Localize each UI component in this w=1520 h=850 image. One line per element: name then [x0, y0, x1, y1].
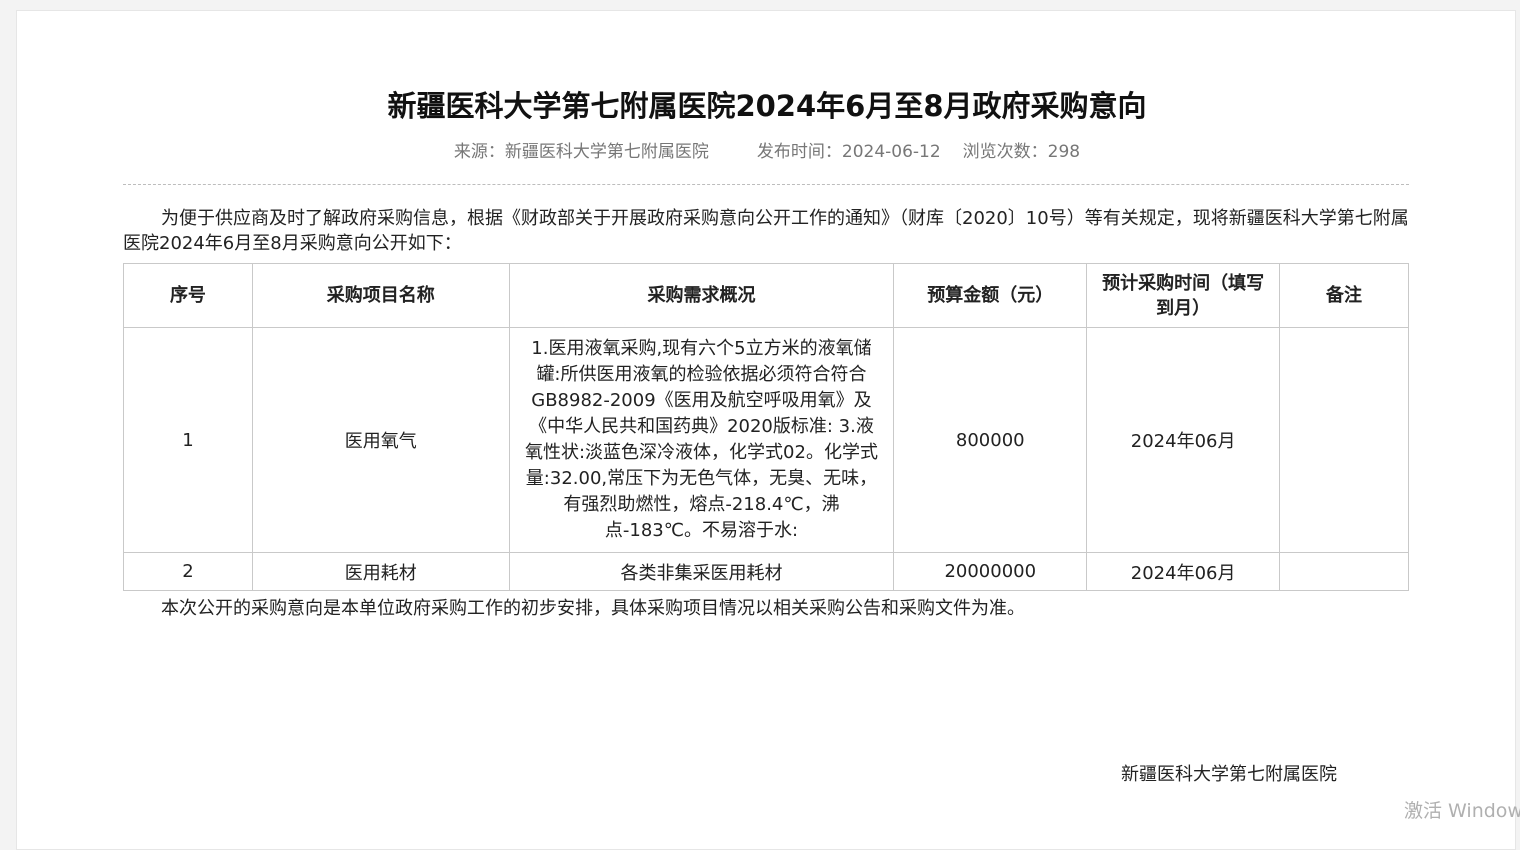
- header-requirement: 采购需求概况: [508, 263, 895, 328]
- header-project-name: 采购项目名称: [251, 263, 510, 328]
- cell-time: 2024年06月: [1086, 552, 1281, 591]
- cell-remark: [1279, 327, 1409, 553]
- cell-requirement: 各类非集采医用耗材: [508, 552, 895, 591]
- table-row: 2 医用耗材 各类非集采医用耗材 20000000 2024年06月: [123, 552, 1409, 591]
- cell-project-name: 医用耗材: [251, 552, 510, 591]
- header-remark: 备注: [1279, 263, 1409, 328]
- table-header-row: 序号 采购项目名称 采购需求概况 预算金额（元） 预计采购时间（填写到月） 备注: [123, 263, 1409, 328]
- signature: 新疆医科大学第七附属医院: [1121, 764, 1337, 785]
- view-count-text: 浏览次数：298: [962, 142, 1081, 162]
- article-meta: 来源：新疆医科大学第七附属医院 发布时间：2024-06-12 浏览次数：298: [17, 137, 1517, 162]
- cell-requirement: 1.医用液氧采购,现有六个5立方米的液氧储罐:所供医用液氧的检验依据必须符合符合…: [508, 327, 895, 553]
- activation-watermark: 激活 Windows: [1404, 800, 1520, 822]
- intro-paragraph: 为便于供应商及时了解政府采购信息，根据《财政部关于开展政府采购意向公开工作的通知…: [123, 208, 1409, 254]
- header-budget: 预算金额（元）: [893, 263, 1088, 328]
- closing-paragraph: 本次公开的采购意向是本单位政府采购工作的初步安排，具体采购项目情况以相关采购公告…: [161, 598, 1025, 619]
- cell-no: 1: [123, 327, 253, 553]
- cell-remark: [1279, 552, 1409, 591]
- publish-time-text: 发布时间：2024-06-12: [756, 142, 941, 162]
- table-row: 1 医用氧气 1.医用液氧采购,现有六个5立方米的液氧储罐:所供医用液氧的检验依…: [123, 327, 1409, 553]
- title-divider: [123, 184, 1409, 185]
- header-no: 序号: [123, 263, 253, 328]
- cell-budget: 800000: [893, 327, 1088, 553]
- cell-project-name: 医用氧气: [251, 327, 510, 553]
- cell-time: 2024年06月: [1086, 327, 1281, 553]
- header-time: 预计采购时间（填写到月）: [1086, 263, 1281, 328]
- page-title: 新疆医科大学第七附属医院2024年6月至8月政府采购意向: [387, 89, 1147, 123]
- procurement-table: 序号 采购项目名称 采购需求概况 预算金额（元） 预计采购时间（填写到月） 备注…: [123, 263, 1409, 591]
- cell-budget: 20000000: [893, 552, 1088, 591]
- cell-no: 2: [123, 552, 253, 591]
- article-page: 新疆医科大学第七附属医院2024年6月至8月政府采购意向 来源：新疆医科大学第七…: [16, 10, 1516, 850]
- source-text: 来源：新疆医科大学第七附属医院: [453, 142, 709, 162]
